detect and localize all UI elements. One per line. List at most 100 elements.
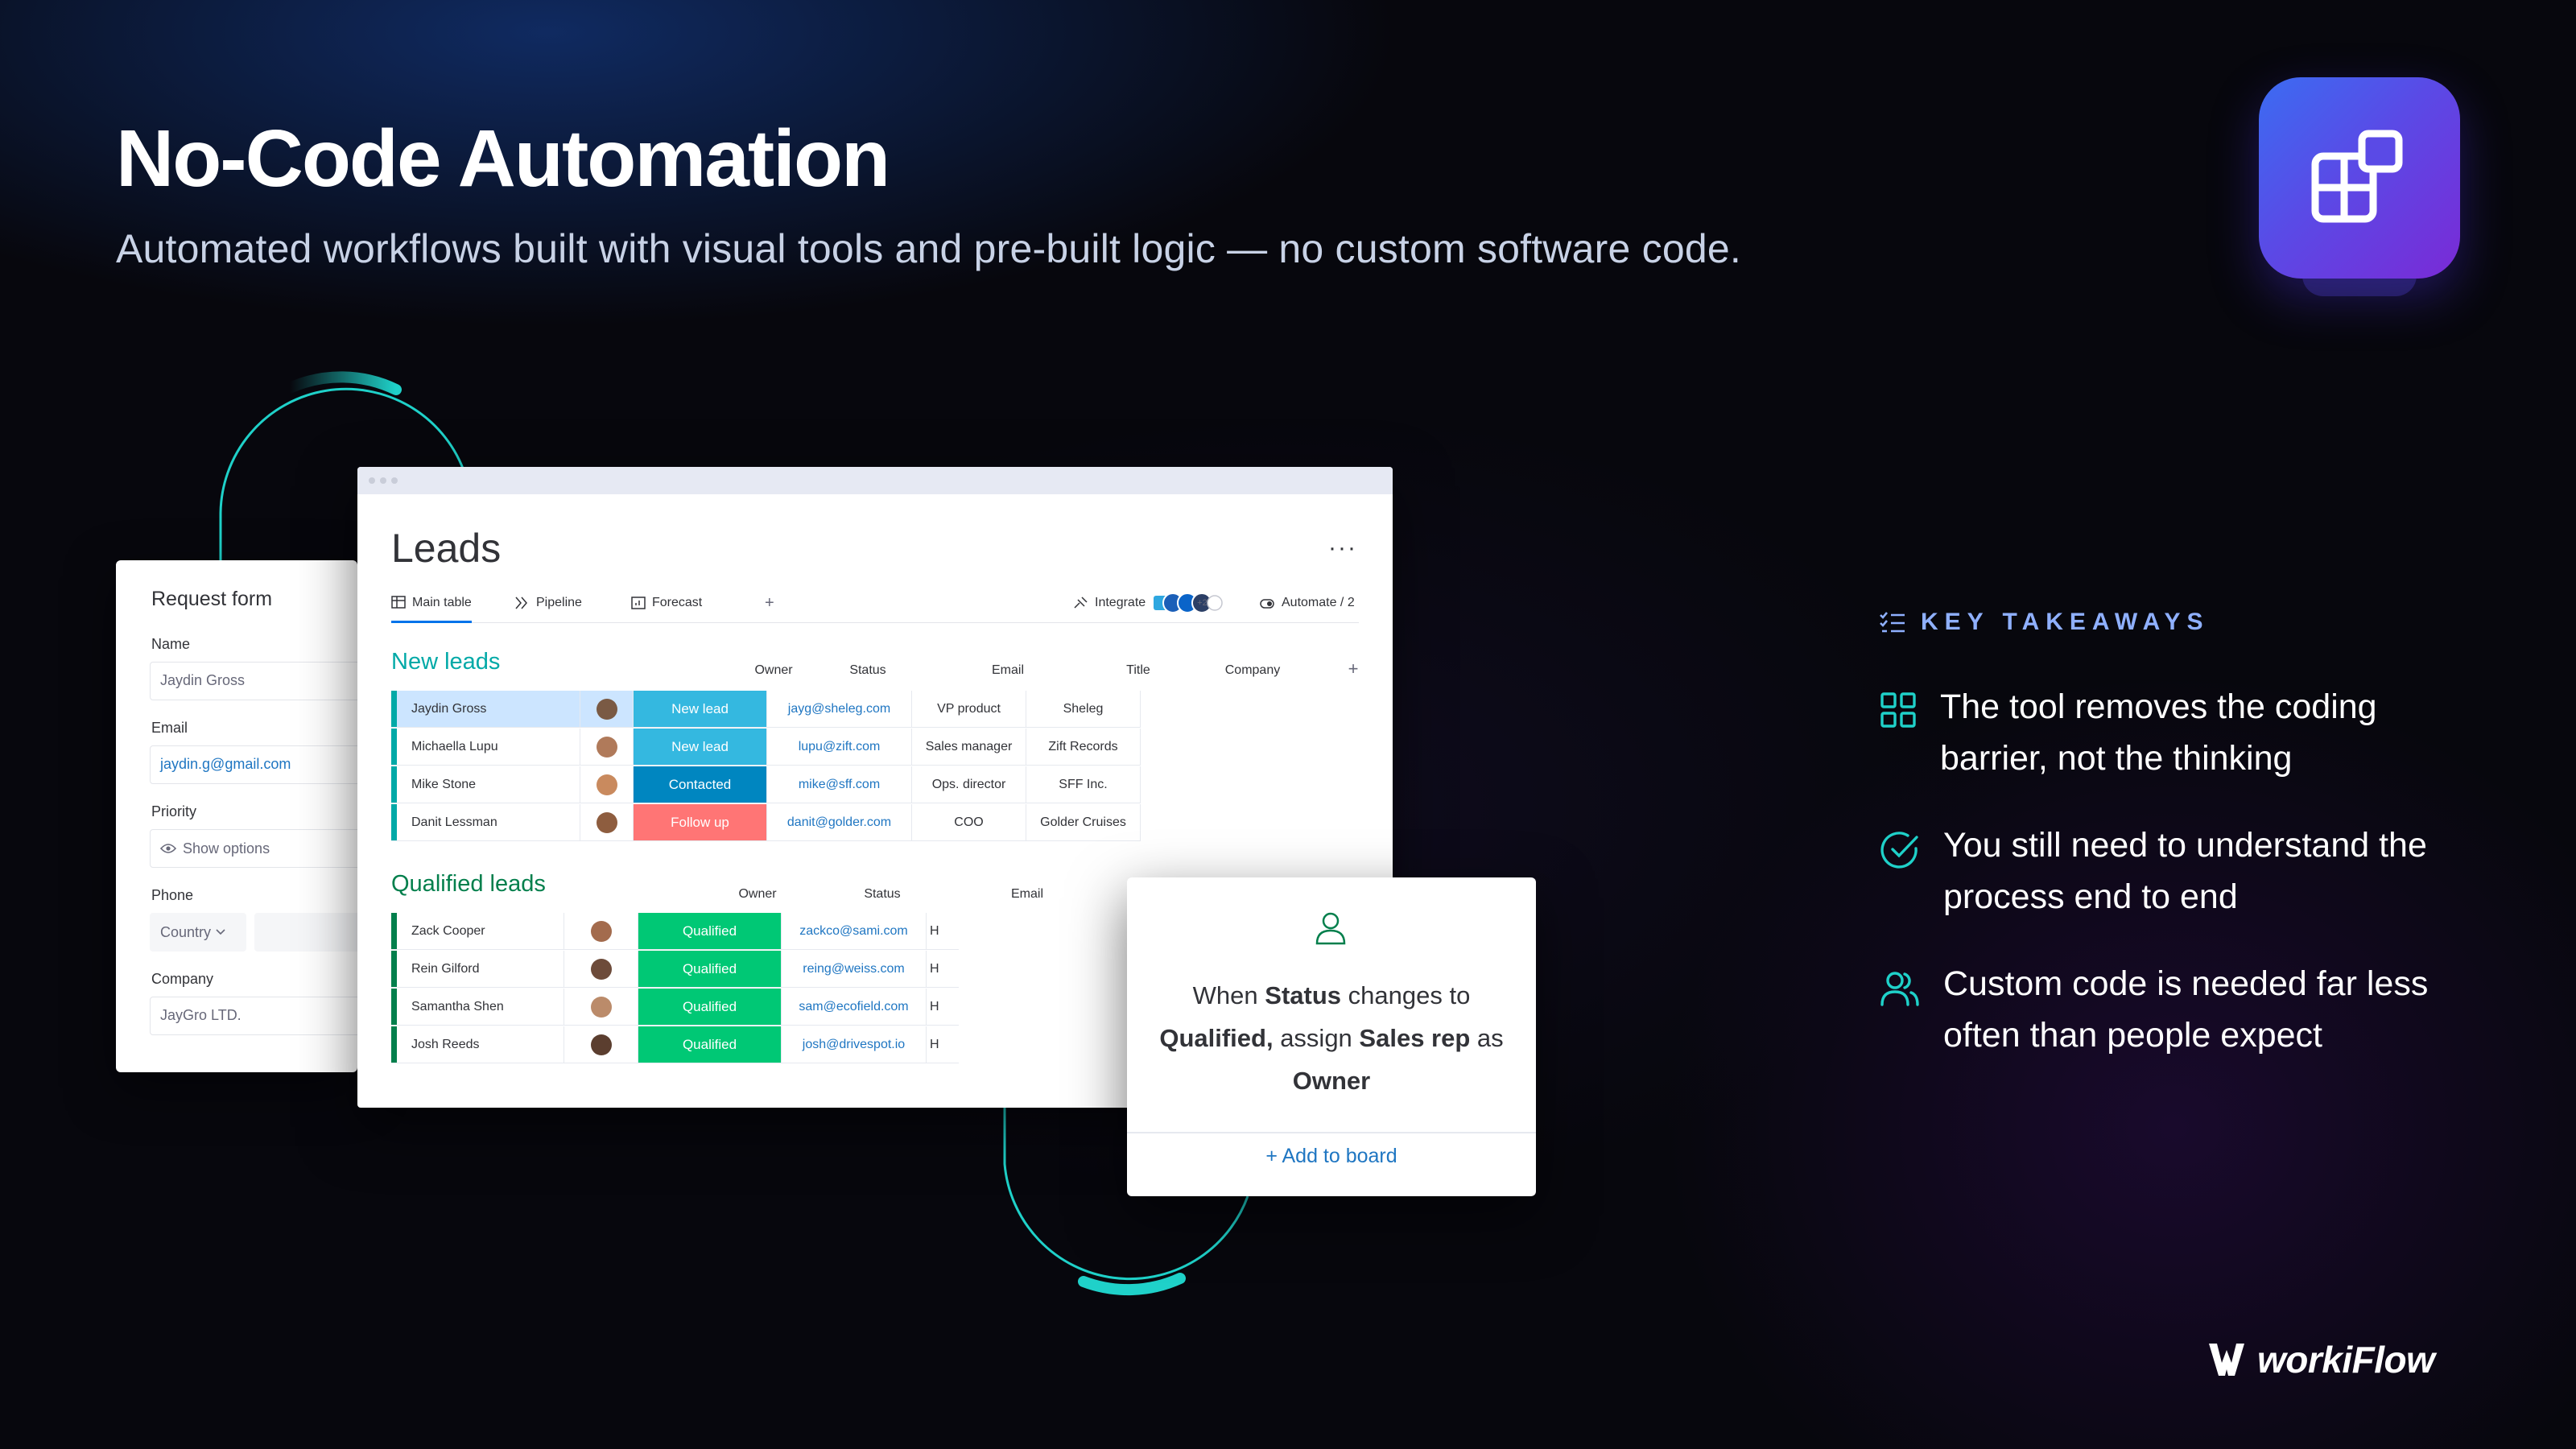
owner-avatar[interactable]	[596, 698, 617, 720]
lead-name-cell[interactable]: Jaydin Gross	[397, 691, 580, 727]
slide-subtitle: Automated workflows built with visual to…	[116, 226, 1741, 271]
owner-avatar[interactable]	[590, 958, 612, 980]
job-title-cell[interactable]: VP product	[912, 691, 1026, 727]
owner-avatar[interactable]	[590, 996, 612, 1018]
email-cell[interactable]: lupu@zift.com	[767, 729, 912, 765]
email-cell[interactable]: sam@ecofield.com	[782, 989, 927, 1025]
partial-cell[interactable]: H	[927, 913, 959, 949]
status-cell[interactable]: Qualified	[638, 1026, 782, 1063]
job-title-cell[interactable]: Ops. director	[912, 766, 1026, 803]
owner-avatar[interactable]	[596, 811, 617, 833]
lead-name-cell[interactable]: Mike Stone	[397, 766, 580, 803]
company-cell[interactable]: Golder Cruises	[1026, 804, 1141, 840]
job-title-cell[interactable]: COO	[912, 804, 1026, 840]
add-column-button[interactable]: +	[1341, 658, 1365, 679]
check-circle-icon	[1880, 832, 1918, 869]
owner-cell[interactable]	[564, 951, 638, 987]
lead-name-cell[interactable]: Zack Cooper	[397, 913, 564, 949]
status-cell[interactable]: Contacted	[634, 766, 767, 803]
email-cell[interactable]: jayg@sheleg.com	[767, 691, 912, 727]
status-cell[interactable]: Qualified	[638, 989, 782, 1025]
col-owner: Owner	[754, 663, 793, 677]
phone-field[interactable]	[254, 913, 357, 952]
lead-name-cell[interactable]: Michaella Lupu	[397, 729, 580, 765]
lead-name-cell[interactable]: Rein Gilford	[397, 951, 564, 987]
table-row[interactable]: Josh Reeds Qualified josh@drivespot.io H	[391, 1026, 959, 1063]
email-cell[interactable]: zackco@sami.com	[782, 913, 927, 949]
app-icon-tile	[2259, 77, 2460, 319]
col-email-2: Email	[1010, 887, 1043, 901]
person-icon	[1315, 912, 1346, 945]
partial-cell[interactable]: H	[927, 989, 959, 1025]
owner-cell[interactable]	[564, 989, 638, 1025]
table-row[interactable]: Jaydin Gross New lead jayg@sheleg.com VP pr…	[391, 691, 1141, 728]
pipeline-icon	[515, 597, 527, 609]
name-field[interactable]: Jaydin Gross	[150, 662, 357, 700]
owner-avatar[interactable]	[590, 1034, 612, 1055]
chevron-down-icon	[216, 929, 225, 935]
status-cell[interactable]: Qualified	[638, 951, 782, 987]
owner-avatar[interactable]	[596, 736, 617, 758]
more-options-button[interactable]: ···	[1328, 535, 1357, 562]
key-takeaways-label: KEY TAKEAWAYS	[1921, 609, 2210, 635]
country-select[interactable]: Country	[150, 913, 246, 952]
table-row[interactable]: Zack Cooper Qualified zackco@sami.com H	[391, 913, 959, 950]
owner-avatar[interactable]	[590, 920, 612, 942]
status-cell[interactable]: Qualified	[638, 913, 782, 949]
name-label: Name	[151, 636, 191, 652]
col-title: Title	[1126, 663, 1150, 677]
tab-pipeline[interactable]: Pipeline	[515, 591, 582, 615]
status-cell[interactable]: New lead	[634, 691, 767, 727]
lead-name-cell[interactable]: Samantha Shen	[397, 989, 564, 1025]
group-title-new-leads: New leads	[391, 649, 501, 675]
owner-cell[interactable]	[580, 729, 634, 765]
automate-icon	[1260, 599, 1274, 609]
owner-cell[interactable]	[564, 1026, 638, 1063]
company-label: Company	[151, 971, 214, 987]
owner-cell[interactable]	[564, 913, 638, 949]
app-icon	[2259, 77, 2460, 279]
grid-icon	[1880, 692, 1916, 728]
lead-name-cell[interactable]: Josh Reeds	[397, 1026, 564, 1063]
email-cell[interactable]: mike@sff.com	[767, 766, 912, 803]
table-row[interactable]: Rein Gilford Qualified reing@weiss.com H	[391, 951, 959, 988]
integrate-icon	[1074, 597, 1088, 609]
add-to-board-button[interactable]: + Add to board	[1127, 1145, 1536, 1168]
tab-forecast[interactable]: Forecast	[631, 591, 702, 615]
email-cell[interactable]: danit@golder.com	[767, 804, 912, 840]
company-field[interactable]: JayGro LTD.	[150, 997, 357, 1035]
table-row[interactable]: Mike Stone Contacted mike@sff.com Ops. dire…	[391, 766, 1141, 803]
status-cell[interactable]: New lead	[634, 729, 767, 765]
takeaway-text-3: Custom code is needed far less often tha…	[1943, 964, 2429, 1055]
priority-select[interactable]: Show options	[150, 829, 357, 868]
company-cell[interactable]: Zift Records	[1026, 729, 1141, 765]
company-cell[interactable]: SFF Inc.	[1026, 766, 1141, 803]
owner-cell[interactable]	[580, 691, 634, 727]
group-color-bar	[391, 729, 397, 765]
eye-icon	[160, 844, 176, 853]
group-color-bar	[391, 913, 397, 949]
partial-cell[interactable]: H	[927, 951, 959, 987]
lead-name-cell[interactable]: Danit Lessman	[397, 804, 580, 840]
table-row[interactable]: Danit Lessman Follow up danit@golder.com CO…	[391, 804, 1141, 841]
status-cell[interactable]: Follow up	[634, 804, 767, 840]
table-row[interactable]: Samantha Shen Qualified sam@ecofield.com H	[391, 989, 959, 1026]
integrate-label: Integrate	[1095, 596, 1146, 609]
tab-main-table[interactable]: Main table	[391, 591, 472, 623]
integrate-button[interactable]: Integrate +2	[1072, 591, 1223, 615]
partial-cell[interactable]: H	[927, 1026, 959, 1063]
col-owner-2: Owner	[738, 887, 777, 901]
owner-avatar[interactable]	[596, 774, 617, 795]
automate-button[interactable]: Automate / 2	[1259, 591, 1355, 615]
email-cell[interactable]: josh@drivespot.io	[782, 1026, 927, 1063]
table-row[interactable]: Michaella Lupu New lead lupu@zift.com Sales…	[391, 729, 1141, 766]
automation-recipe-card: When Status changes to Qualified, assign…	[1127, 877, 1536, 1196]
email-cell[interactable]: reing@weiss.com	[782, 951, 927, 987]
company-cell[interactable]: Sheleg	[1026, 691, 1141, 727]
owner-cell[interactable]	[580, 766, 634, 803]
integrate-badge: +2	[1197, 598, 1208, 608]
add-view-button[interactable]: +	[765, 591, 774, 615]
owner-cell[interactable]	[580, 804, 634, 840]
email-field[interactable]: jaydin.g@gmail.com	[150, 745, 357, 784]
job-title-cell[interactable]: Sales manager	[912, 729, 1026, 765]
